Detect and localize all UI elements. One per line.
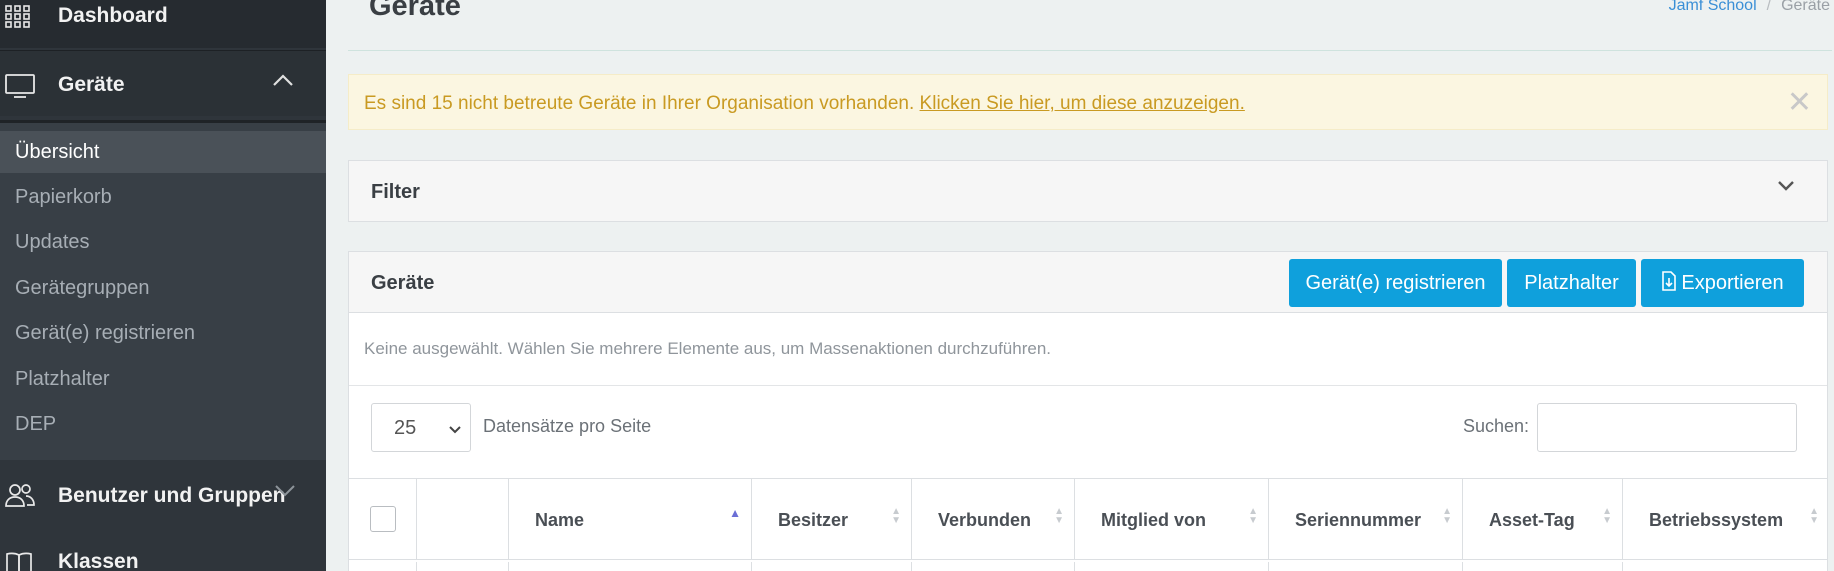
column-label: Asset-Tag — [1489, 510, 1575, 530]
table-cell — [752, 562, 912, 571]
column-label: Seriennummer — [1295, 510, 1422, 530]
bulk-action-hint: Keine ausgewählt. Wählen Sie mehrere Ele… — [364, 339, 1051, 358]
column-label: Name — [535, 510, 585, 530]
column-header-mitglied-von[interactable]: Mitglied von ▲ ▼ — [1075, 479, 1269, 560]
alert-link[interactable]: Klicken Sie hier, um diese anzuzeigen. — [920, 93, 1245, 114]
breadcrumb-current: Geräte — [1781, 0, 1830, 14]
export-label: Exportieren — [1681, 272, 1784, 294]
table-header: Name ▲ Besitzer ▲ ▼ Verbunden ▲ ▼ Mitglied… — [349, 478, 1827, 560]
sidebar-item-klassen[interactable]: Klassen — [0, 540, 326, 571]
column-header-verbunden[interactable]: Verbunden ▲ ▼ — [912, 479, 1075, 560]
sort-icon: ▲ ▼ — [1248, 506, 1258, 526]
table-cell — [1463, 562, 1623, 571]
unsupervised-devices-alert: Es sind 15 nicht betreute Geräte in Ihre… — [348, 74, 1828, 130]
sidebar-item-label: Klassen — [58, 550, 139, 571]
column-label: Betriebssystem — [1649, 510, 1784, 530]
sidebar-item-platzhalter[interactable]: Platzhalter — [0, 358, 326, 400]
column-label: Verbunden — [938, 510, 1032, 530]
column-header-name[interactable]: Name ▲ — [509, 479, 752, 560]
page-length-value: 25 — [394, 417, 417, 439]
sidebar-item-geraetegruppen[interactable]: Gerätegruppen — [0, 267, 326, 309]
placeholder-button[interactable]: Platzhalter — [1507, 259, 1636, 307]
header-divider — [348, 50, 1832, 51]
column-header-betriebssystem[interactable]: Betriebssystem ▲ ▼ — [1623, 479, 1829, 560]
sidebar-item-label: Dashboard — [58, 4, 168, 27]
sort-ascending-icon: ▲ — [729, 506, 741, 520]
sidebar-item-geraete[interactable]: Geräte — [0, 50, 326, 116]
page-length-select[interactable]: 25 — [371, 403, 471, 452]
panel-divider — [349, 385, 1827, 386]
search-input[interactable] — [1537, 403, 1797, 452]
close-icon[interactable]: ✕ — [1787, 85, 1812, 120]
sidebar-item-label: Benutzer und Gruppen — [58, 484, 286, 507]
table-row — [349, 562, 1827, 571]
sort-icon: ▲ ▼ — [1809, 506, 1819, 526]
breadcrumb-home-link[interactable]: Jamf School — [1669, 0, 1757, 14]
sidebar-item-benutzer[interactable]: Benutzer und Gruppen — [0, 468, 326, 524]
column-label: Besitzer — [778, 510, 849, 530]
select-all-checkbox[interactable] — [370, 506, 396, 532]
monitor-icon — [4, 73, 36, 104]
sidebar-item-label: Geräte — [58, 73, 125, 96]
search-label: Suchen: — [1463, 416, 1530, 436]
table-cell — [509, 562, 752, 571]
sidebar-item-dashboard[interactable]: Dashboard — [0, 0, 326, 48]
sort-icon: ▲ ▼ — [1054, 506, 1064, 526]
sidebar-submenu-geraete: Übersicht Papierkorb Updates Gerätegrupp… — [0, 120, 326, 460]
filter-title: Filter — [371, 181, 420, 203]
table-cell — [1269, 562, 1463, 571]
sidebar-item-updates[interactable]: Updates — [0, 221, 326, 263]
sort-icon: ▲ ▼ — [1602, 506, 1612, 526]
breadcrumb-separator: / — [1766, 0, 1772, 14]
users-icon — [4, 482, 36, 513]
export-button[interactable]: Exportieren — [1641, 259, 1804, 307]
book-icon — [4, 550, 34, 571]
sort-icon: ▲ ▼ — [891, 506, 901, 526]
grid-icon — [4, 4, 32, 35]
page-length-label: Datensätze pro Seite — [483, 416, 652, 436]
sidebar-item-geraete-registrieren[interactable]: Gerät(e) registrieren — [0, 312, 326, 354]
table-cell — [912, 562, 1075, 571]
chevron-down-icon — [274, 483, 296, 502]
chevron-up-icon — [272, 73, 294, 92]
devices-panel: Geräte Gerät(e) registrieren Platzhalter… — [348, 251, 1828, 571]
sidebar-item-papierkorb[interactable]: Papierkorb — [0, 176, 326, 218]
sort-icon: ▲ ▼ — [1442, 506, 1452, 526]
breadcrumb: Jamf School / Geräte — [1669, 0, 1830, 15]
export-icon — [1661, 261, 1677, 309]
column-header-asset-tag[interactable]: Asset-Tag ▲ ▼ — [1463, 479, 1623, 560]
column-label: Mitglied von — [1101, 510, 1206, 530]
column-header-besitzer[interactable]: Besitzer ▲ ▼ — [752, 479, 912, 560]
sidebar-item-uebersicht[interactable]: Übersicht — [0, 131, 326, 173]
table-cell — [1075, 562, 1269, 571]
blank-column-header — [417, 479, 509, 560]
table-cell — [417, 562, 509, 571]
page-title: Geräte — [369, 0, 461, 22]
filter-panel[interactable]: Filter — [348, 160, 1828, 222]
chevron-down-icon — [448, 418, 462, 441]
sidebar-item-dep[interactable]: DEP — [0, 403, 326, 445]
alert-text: Es sind 15 nicht betreute Geräte in Ihre… — [364, 93, 920, 114]
devices-panel-header: Geräte Gerät(e) registrieren Platzhalter… — [349, 252, 1827, 313]
chevron-down-icon[interactable] — [1777, 179, 1795, 197]
devices-panel-title: Geräte — [371, 272, 435, 294]
column-header-seriennummer[interactable]: Seriennummer ▲ ▼ — [1269, 479, 1463, 560]
select-all-column — [349, 479, 417, 560]
register-devices-button[interactable]: Gerät(e) registrieren — [1289, 259, 1502, 307]
sidebar: Dashboard Geräte Übersicht Papierkorb Up… — [0, 0, 326, 571]
table-cell — [349, 562, 417, 571]
